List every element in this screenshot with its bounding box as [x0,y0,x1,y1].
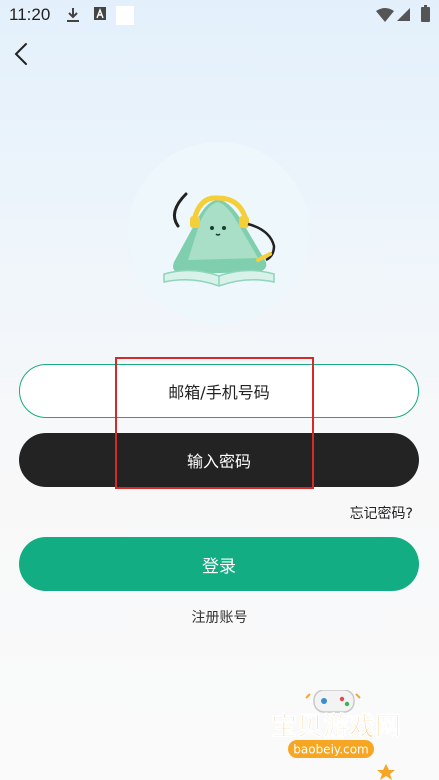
login-button[interactable]: 登录 [19,537,419,591]
forgot-password-link[interactable]: 忘记密码? [350,503,413,523]
register-link[interactable]: 注册账号 [0,607,439,627]
status-time: 11:20 [9,5,51,24]
download-icon [67,8,79,22]
login-button-label: 登录 [202,556,236,577]
signal-icon [397,8,410,21]
a-icon [94,7,106,20]
blank-notification-icon [116,6,134,25]
status-bar: 11:20 [0,0,439,32]
highlight-box [115,357,314,489]
battery-icon [421,5,430,22]
chevron-left-icon[interactable] [8,40,34,68]
watermark-url: baobeiy.com [293,743,368,757]
watermark-title: 宝贝游戏网 [271,711,401,742]
mascot-logo [128,142,310,324]
wifi-icon [376,8,394,22]
watermark-logo: 宝贝游戏网 baobeiy.com [271,690,401,780]
